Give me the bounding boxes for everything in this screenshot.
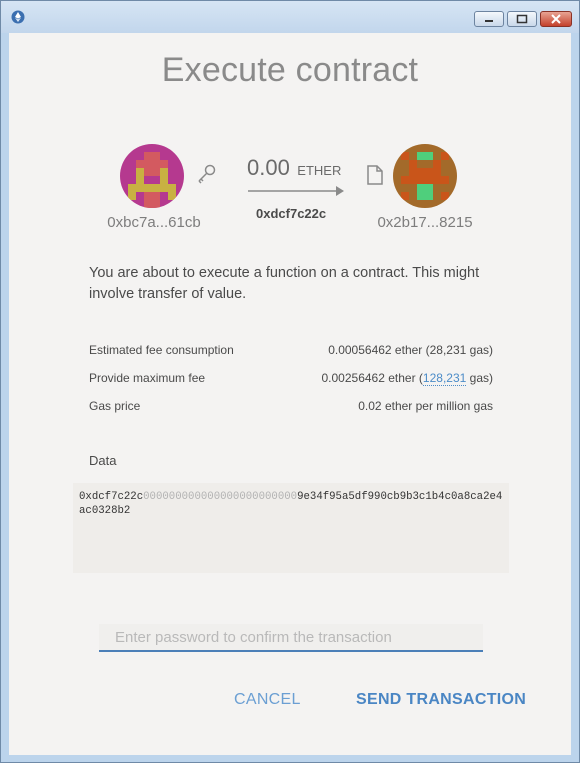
minimize-button[interactable] [474,11,504,27]
gas-price-row: Gas price 0.02 ether per million gas [89,399,493,419]
max-fee-prefix: 0.00256462 ether ( [321,371,423,385]
max-fee-value: 0.00256462 ether (128,231 gas) [321,371,493,386]
max-fee-label: Provide maximum fee [89,371,206,385]
key-icon [198,164,216,184]
close-icon [551,14,561,24]
dialog-title: Execute contract [161,51,419,89]
title-bar[interactable] [1,1,579,33]
maximize-icon [516,14,528,24]
minimize-icon [485,20,493,22]
gas-price-value: 0.02 ether per million gas [358,399,493,413]
estimated-fee-value: 0.00056462 ether (28,231 gas) [328,343,493,357]
data-hex: 0xdcf7c22c0000000000000000000000009e34f9… [79,490,505,518]
file-icon [367,165,383,185]
ethereum-icon [11,10,25,24]
max-fee-row: Provide maximum fee 0.00256462 ether (12… [89,371,493,391]
estimated-fee-row: Estimated fee consumption 0.00056462 eth… [89,343,493,363]
confirmation-message: You are about to execute a function on a… [89,265,480,302]
max-fee-suffix: gas) [466,371,493,385]
to-avatar [393,144,457,208]
send-transaction-button[interactable]: SEND TRANSACTION [356,691,526,709]
from-address: 0xbc7a...61cb [107,214,201,231]
to-address: 0x2b17...8215 [377,214,473,231]
amount-unit: ETHER [297,163,342,178]
data-prefix: 0xdcf7c22c [79,491,144,503]
gas-price-label: Gas price [89,399,141,413]
maximize-button[interactable] [507,11,537,27]
data-zeros: 000000000000000000000000 [143,491,298,503]
from-avatar [120,144,184,208]
amount-value: 0.00 [247,155,290,180]
data-label: Data [89,453,117,468]
amount: 0.00 ETHER [247,155,357,181]
password-input[interactable] [99,624,483,652]
arrow-right-icon [248,186,344,196]
estimated-fee-label: Estimated fee consumption [89,343,234,357]
close-button[interactable] [540,11,572,27]
contract-short-address: 0xdcf7c22c [256,206,327,221]
cancel-button[interactable]: CANCEL [234,691,301,709]
max-gas-link[interactable]: 128,231 [422,371,467,386]
window: Execute contract 0xbc7a...61cb 0.00 ETHE… [0,0,580,763]
dialog-body: Execute contract 0xbc7a...61cb 0.00 ETHE… [9,33,571,755]
data-box: 0xdcf7c22c0000000000000000000000009e34f9… [73,483,509,573]
